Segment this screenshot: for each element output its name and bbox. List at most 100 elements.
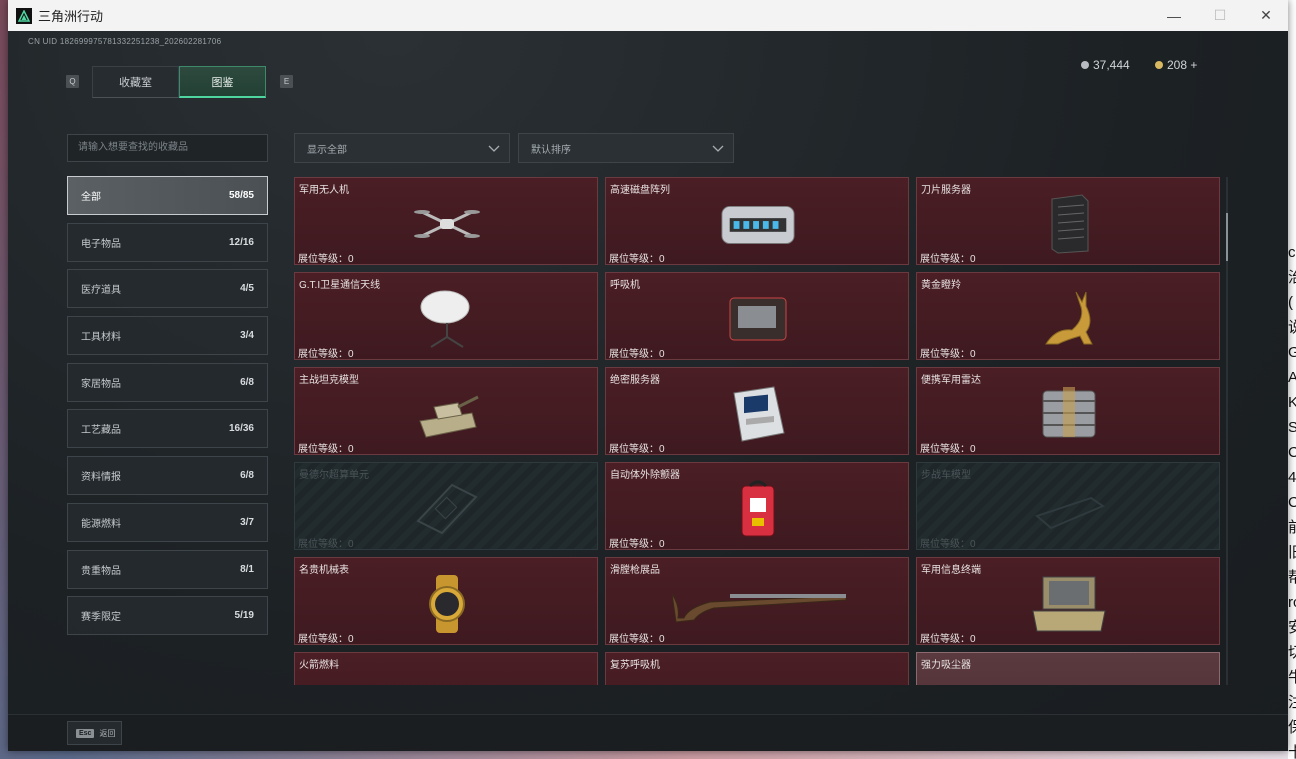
app-window: 三角洲行动 — ☐ ✕ CN UID 1826999757813322512​3… [8, 0, 1288, 751]
blade-server-icon [1029, 190, 1109, 258]
category-label: 工具材料 [81, 332, 121, 344]
item-level: 展位等级：0 [920, 349, 976, 360]
tab-catalog[interactable]: 图鉴 [179, 66, 266, 98]
item-card[interactable]: 呼吸机 展位等级：0 [605, 272, 909, 360]
item-level: 展位等级：0 [609, 444, 665, 455]
filter-display-dropdown[interactable]: 显示全部 [294, 133, 510, 163]
desktop-background-strip: c 治 ( 说 G A K S C 4 C 前 旧 帮 rc 安 切 牛 注 保… [1288, 0, 1296, 759]
item-card[interactable]: 复苏呼吸机 [605, 652, 909, 685]
item-card[interactable]: 强力吸尘器 [916, 652, 1220, 685]
category-medical[interactable]: 医疗道具 4/5 [67, 269, 268, 309]
gold-coin-icon [1155, 61, 1163, 69]
category-crafts[interactable]: 工艺藏品 16/36 [67, 409, 268, 449]
item-name: 名贵机械表 [299, 565, 349, 576]
item-name: 呼吸机 [610, 280, 640, 291]
esc-key: Esc [76, 728, 95, 738]
chevron-down-icon [488, 145, 500, 152]
item-card[interactable]: 军用无人机 展位等级：0 [294, 177, 598, 265]
item-name: 步战车模型 [921, 470, 971, 481]
category-household[interactable]: 家居物品 6/8 [67, 362, 268, 402]
item-name: 强力吸尘器 [921, 660, 971, 671]
title-bar: 三角洲行动 — ☐ ✕ [8, 0, 1288, 31]
category-intel[interactable]: 资料情报 6/8 [67, 456, 268, 496]
item-level: 展位等级：0 [609, 634, 665, 645]
category-label: 贵重物品 [81, 565, 121, 577]
item-grid: 军用无人机 展位等级：0 高速磁盘阵列 展位等级：0 刀片服务器 展位等级：0 G.T.I卫… [294, 177, 1229, 685]
maximize-button[interactable]: ☐ [1197, 0, 1243, 31]
category-label: 医疗道具 [81, 285, 121, 297]
item-name: 黄金瞪羚 [921, 280, 961, 291]
category-electronics[interactable]: 电子物品 12/16 [67, 222, 268, 262]
item-level: 展位等级：0 [298, 634, 354, 645]
resuscitator-icon [718, 665, 798, 685]
desktop-text: c 治 ( 说 G A K S C 4 C 前 旧 帮 rc 安 切 牛 注 保… [1288, 244, 1296, 759]
item-card[interactable]: 名贵机械表展位等级：0 [294, 557, 598, 645]
sort-dropdown[interactable]: 默认排序 [518, 133, 734, 163]
category-count: 5/19 [234, 610, 254, 622]
item-card[interactable]: 曼德尔超算单元 展位等级：0 [294, 462, 598, 550]
disk-array-icon [718, 190, 798, 258]
grid-scrollbar-thumb[interactable] [1226, 213, 1228, 261]
silver-currency: 37,444 [1081, 58, 1130, 72]
item-card[interactable]: 自动体外除颤器 展位等级：0 [605, 462, 909, 550]
item-card[interactable]: 军用信息终端 展位等级：0 [916, 557, 1220, 645]
item-card[interactable]: 步战车模型 展位等级：0 [916, 462, 1220, 550]
game-content: CN UID 1826999757813322512​38_2026022817… [8, 31, 1288, 751]
sort-value: 默认排序 [531, 144, 571, 156]
ventilator-icon [718, 285, 798, 353]
silver-amount: 37,444 [1093, 58, 1130, 72]
tab-next-key[interactable]: E [280, 75, 293, 88]
item-level: 展位等级：0 [298, 254, 354, 265]
item-card[interactable]: 主战坦克模型 展位等级：0 [294, 367, 598, 455]
category-valuables[interactable]: 贵重物品 8/1 [67, 549, 268, 589]
silver-coin-icon [1081, 61, 1089, 69]
category-label: 家居物品 [81, 378, 121, 390]
item-name: 火箭燃料 [299, 660, 339, 671]
minimize-button[interactable]: — [1151, 0, 1197, 31]
defibrillator-icon [718, 475, 798, 543]
app-logo-icon [16, 7, 32, 24]
category-count: 58/85 [228, 190, 254, 201]
item-card[interactable]: 刀片服务器 展位等级：0 [916, 177, 1220, 265]
item-card[interactable]: 黄金瞪羚展位等级：0 [916, 272, 1220, 360]
item-level: 展位等级：0 [920, 634, 976, 645]
item-name: 复苏呼吸机 [610, 660, 660, 671]
item-name: 便携军用雷达 [921, 375, 981, 386]
item-level: 展位等级：0 [920, 254, 976, 265]
tab-prev-key[interactable]: Q [66, 75, 79, 88]
item-card[interactable]: 火箭燃料 [294, 652, 598, 685]
item-name: 自动体外除颤器 [610, 470, 680, 481]
secret-server-icon [718, 380, 798, 448]
back-button[interactable]: Esc 返回 [67, 721, 122, 745]
chevron-down-icon [712, 145, 724, 152]
item-name: 主战坦克模型 [299, 375, 359, 386]
player-uid: CN UID 1826999757813322512​38_2026022817… [28, 37, 222, 46]
category-season[interactable]: 赛季限定 5/19 [67, 596, 268, 636]
category-count: 3/4 [240, 330, 254, 342]
item-card[interactable]: G.T.I卫星通信天线 展位等级：0 [294, 272, 598, 360]
gold-currency[interactable]: 208 + [1155, 58, 1197, 72]
category-count: 6/8 [240, 470, 254, 482]
item-level: 展位等级：0 [298, 444, 354, 455]
ifv-model-icon [1029, 475, 1109, 543]
category-tools[interactable]: 工具材料 3/4 [67, 316, 268, 356]
item-card[interactable]: 滑膛枪展品 展位等级：0 [605, 557, 909, 645]
item-card[interactable]: 高速磁盘阵列 展位等级：0 [605, 177, 909, 265]
tab-collection-room[interactable]: 收藏室 [92, 66, 179, 98]
musket-icon [670, 570, 850, 638]
category-fuel[interactable]: 能源燃料 3/7 [67, 502, 268, 542]
tab-bar: 收藏室 图鉴 [92, 66, 266, 98]
satellite-dish-icon [407, 285, 487, 353]
item-card[interactable]: 绝密服务器 展位等级：0 [605, 367, 909, 455]
search-input[interactable]: 请输入想要查找的收藏品 [67, 134, 268, 162]
tank-model-icon [407, 380, 487, 448]
vacuum-icon [1029, 665, 1109, 685]
close-button[interactable]: ✕ [1243, 0, 1288, 31]
window-title: 三角洲行动 [38, 9, 104, 24]
item-card[interactable]: 便携军用雷达 展位等级：0 [916, 367, 1220, 455]
category-all[interactable]: 全部 58/85 [67, 176, 268, 215]
item-level: 展位等级：0 [609, 254, 665, 265]
watch-icon [407, 570, 487, 638]
supercomputer-icon [407, 475, 487, 543]
category-label: 能源燃料 [81, 518, 121, 530]
